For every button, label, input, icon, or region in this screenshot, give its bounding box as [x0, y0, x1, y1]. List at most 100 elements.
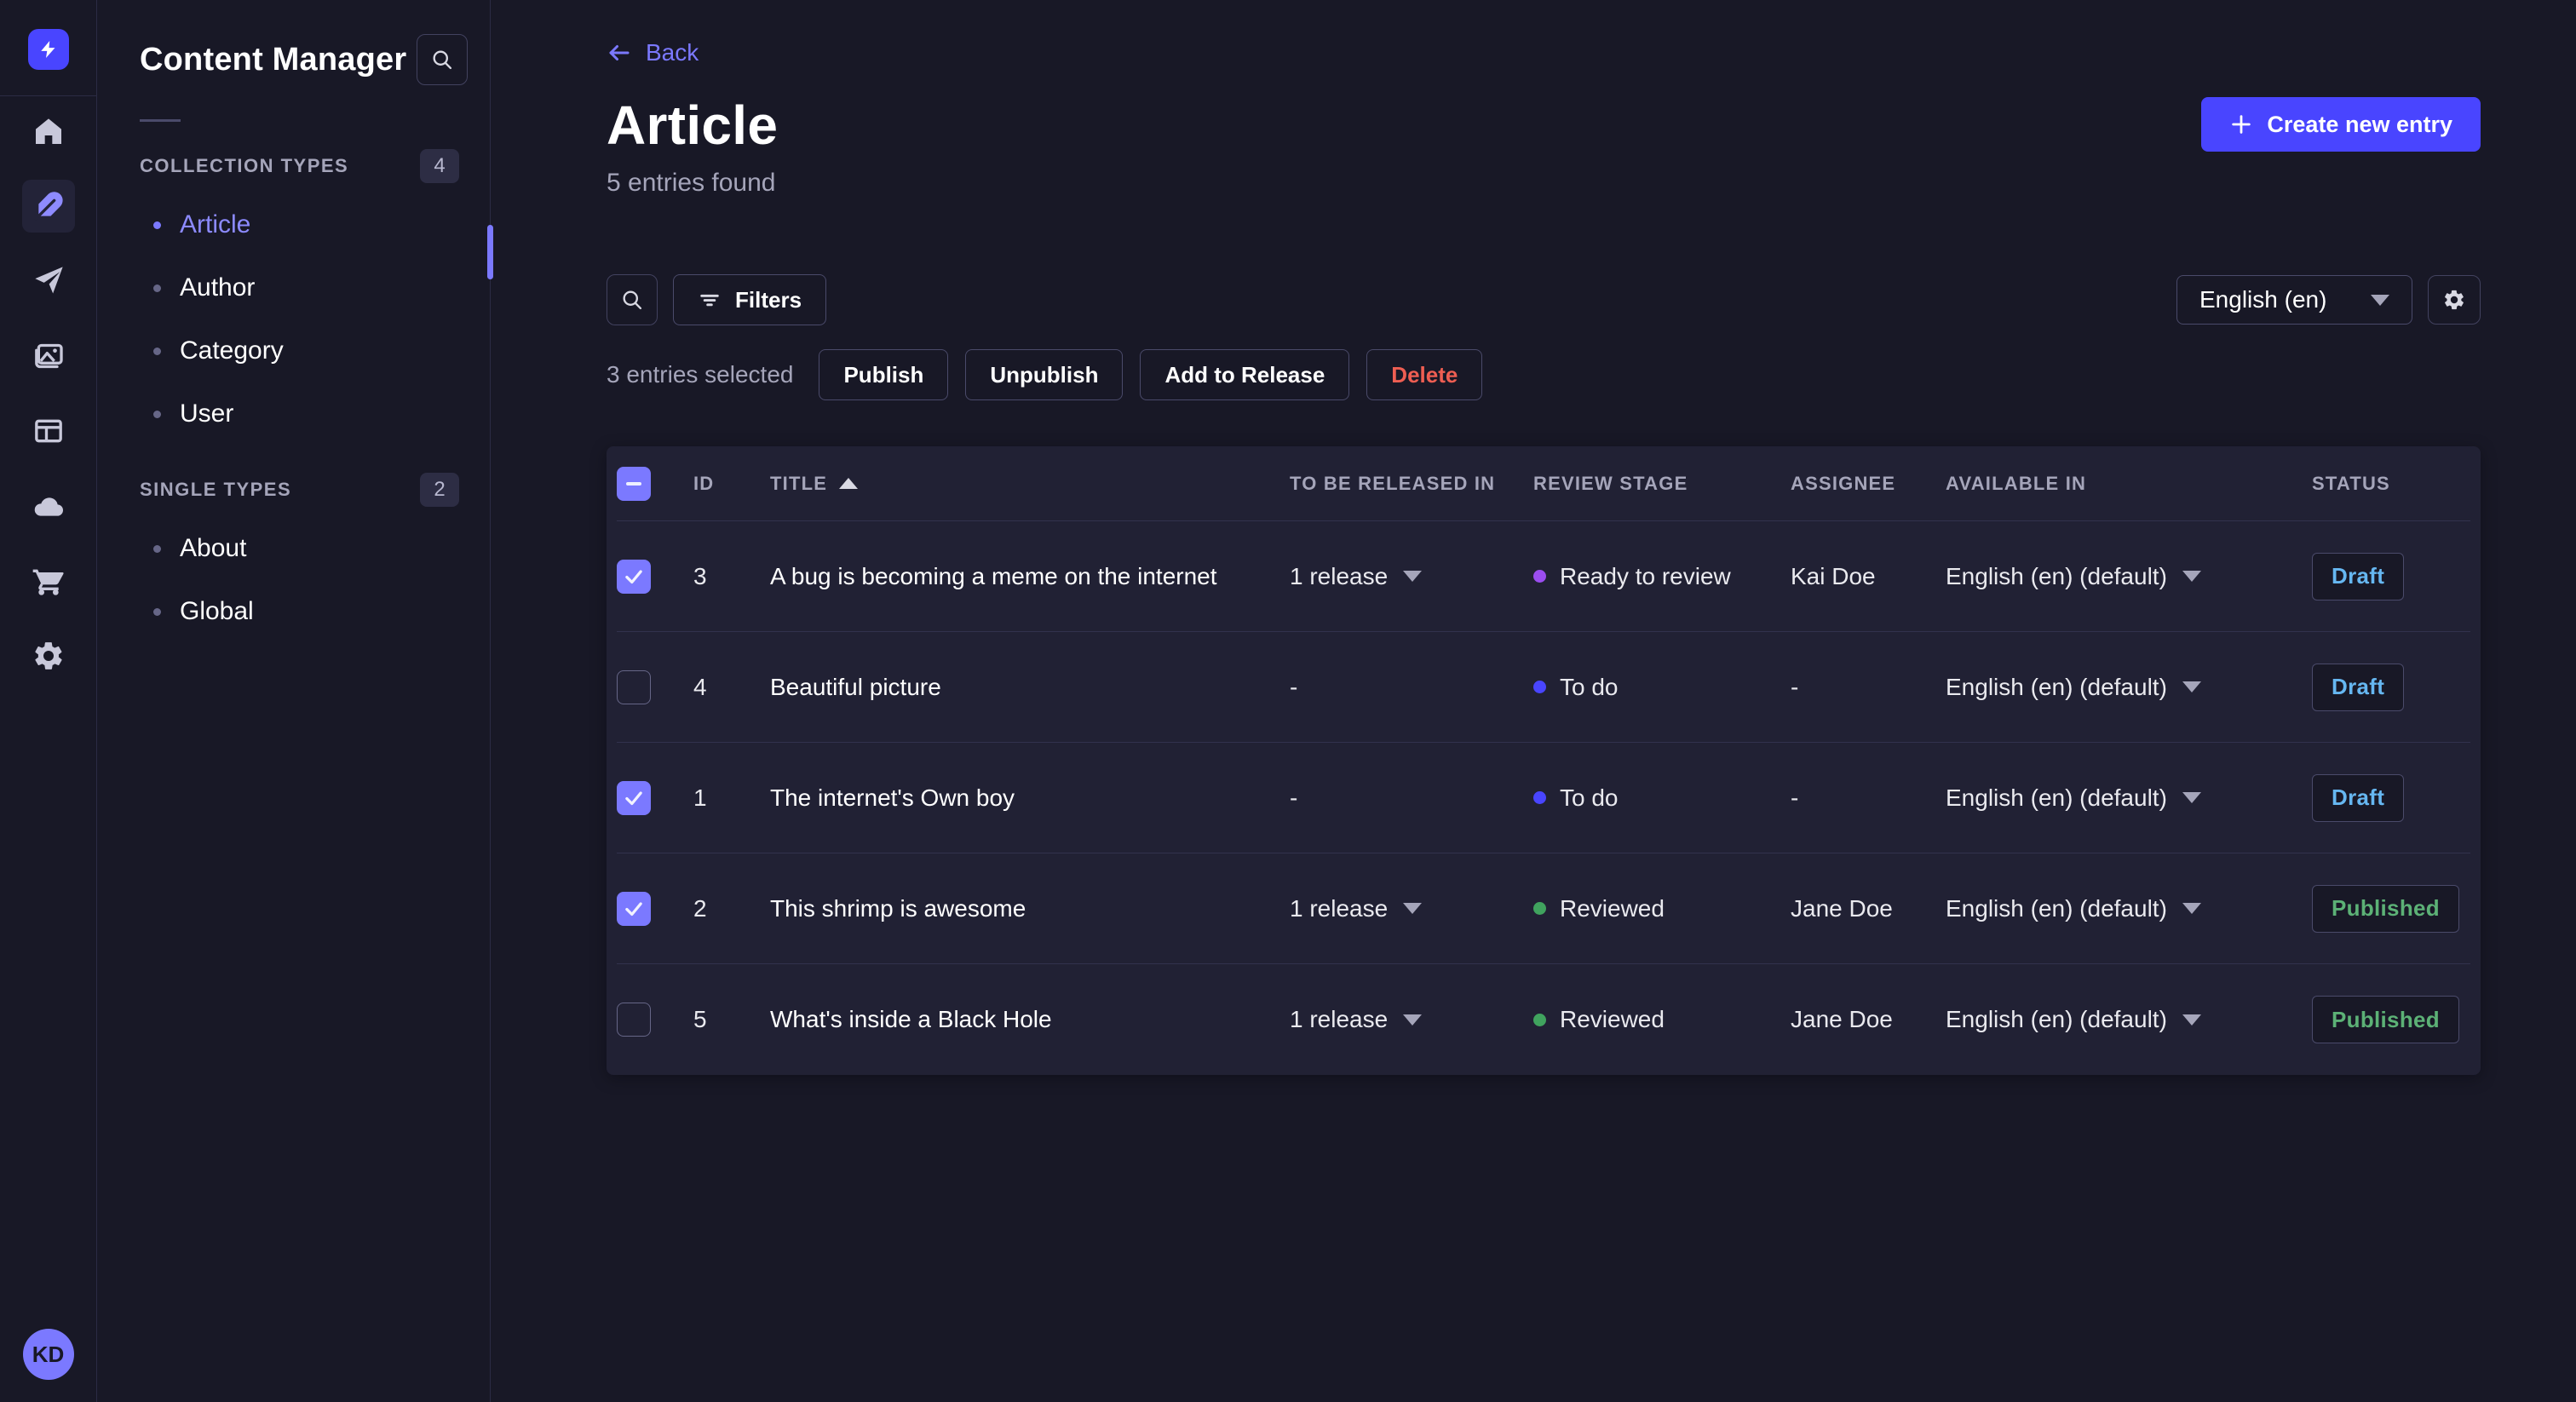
- publish-button[interactable]: Publish: [819, 349, 949, 400]
- subnav-item-author[interactable]: Author: [97, 256, 490, 319]
- delete-button[interactable]: Delete: [1366, 349, 1483, 400]
- select-all-checkbox[interactable]: [617, 466, 651, 501]
- subnav-title: Content Manager: [140, 41, 407, 78]
- add-to-release-button[interactable]: Add to Release: [1140, 349, 1350, 400]
- cell-release[interactable]: 1 release: [1290, 563, 1533, 590]
- chevron-down-icon: [2182, 681, 2201, 692]
- collection-types-section: COLLECTION TYPES 4 Article Author Catego…: [97, 149, 490, 445]
- column-header-title[interactable]: TITLE: [770, 473, 1290, 495]
- subnav-search-button[interactable]: [417, 34, 468, 85]
- bullet-icon: [153, 284, 161, 292]
- cell-locale[interactable]: English (en) (default): [1946, 674, 2312, 701]
- stage-dot: [1533, 570, 1546, 583]
- cell-release[interactable]: -: [1290, 784, 1533, 812]
- cell-review-stage: Ready to review: [1533, 563, 1791, 590]
- feather-icon: [33, 192, 63, 221]
- cell-release[interactable]: -: [1290, 674, 1533, 701]
- subnav-item-article[interactable]: Article: [97, 193, 490, 256]
- app-window: KD Content Manager COLLECTION TYPES 4 Ar…: [0, 0, 2576, 1402]
- bullet-icon: [153, 221, 161, 229]
- cloud-icon: [34, 497, 63, 516]
- back-link[interactable]: Back: [607, 39, 699, 66]
- strapi-logo[interactable]: [27, 29, 69, 70]
- gear-icon: [34, 642, 62, 669]
- cell-review-stage: Reviewed: [1533, 1006, 1791, 1033]
- cell-title: The internet's Own boy: [770, 784, 1015, 811]
- gear-icon: [2445, 290, 2464, 310]
- main-nav-rail: KD: [0, 0, 97, 1402]
- column-header-assignee[interactable]: ASSIGNEE: [1791, 473, 1946, 495]
- create-new-entry-button[interactable]: Create new entry: [2201, 97, 2481, 152]
- table-row[interactable]: 5 What's inside a Black Hole 1 release R…: [617, 964, 2470, 1075]
- check-icon: [625, 569, 642, 583]
- cell-locale[interactable]: English (en) (default): [1946, 1006, 2312, 1033]
- cell-status: Published: [2312, 996, 2470, 1043]
- row-checkbox[interactable]: [617, 891, 651, 926]
- view-settings-button[interactable]: [2428, 275, 2481, 325]
- locale-select[interactable]: English (en): [2176, 275, 2412, 325]
- table-row[interactable]: 1 The internet's Own boy - To do - Engli…: [617, 743, 2470, 853]
- subnav-item-label: Global: [180, 597, 254, 625]
- subnav-item-category[interactable]: Category: [97, 319, 490, 382]
- entries-table-body: 3 A bug is becoming a meme on the intern…: [617, 521, 2470, 1075]
- cell-release[interactable]: 1 release: [1290, 895, 1533, 922]
- unpublish-button[interactable]: Unpublish: [965, 349, 1124, 400]
- cell-status: Published: [2312, 884, 2470, 933]
- cell-title: A bug is becoming a meme on the internet: [770, 562, 1217, 589]
- single-types-section: SINGLE TYPES 2 About Global: [97, 473, 490, 643]
- column-header-status[interactable]: STATUS: [2312, 473, 2470, 495]
- layout-icon: [34, 419, 62, 443]
- rail-nav-items: [21, 105, 75, 682]
- cell-release[interactable]: 1 release: [1290, 1006, 1533, 1033]
- subnav-item-user[interactable]: User: [97, 382, 490, 445]
- table-row[interactable]: 4 Beautiful picture - To do - English (e…: [617, 632, 2470, 743]
- chevron-down-icon: [2182, 571, 2201, 582]
- column-header-id[interactable]: ID: [693, 473, 770, 495]
- cell-id: 4: [693, 673, 707, 700]
- nav-settings[interactable]: [22, 629, 75, 682]
- cell-locale[interactable]: English (en) (default): [1946, 895, 2312, 922]
- cell-title: This shrimp is awesome: [770, 894, 1026, 922]
- single-types-label: SINGLE TYPES: [140, 479, 292, 500]
- chevron-down-icon: [2371, 294, 2389, 306]
- user-avatar[interactable]: KD: [22, 1329, 74, 1380]
- cell-locale[interactable]: English (en) (default): [1946, 563, 2312, 590]
- cell-assignee: -: [1791, 673, 1799, 700]
- subnav-item-about[interactable]: About: [97, 517, 490, 580]
- cell-assignee: Kai Doe: [1791, 562, 1876, 589]
- arrow-left-icon: [609, 45, 630, 60]
- nav-releases[interactable]: [22, 255, 75, 307]
- nav-media-library[interactable]: [22, 330, 75, 382]
- row-checkbox[interactable]: [617, 669, 651, 704]
- bullet-icon: [153, 347, 161, 355]
- table-row[interactable]: 3 A bug is becoming a meme on the intern…: [617, 521, 2470, 632]
- nav-marketplace[interactable]: [22, 554, 75, 607]
- nav-home[interactable]: [22, 105, 75, 158]
- column-header-to-be-released-in[interactable]: TO BE RELEASED IN: [1290, 473, 1533, 495]
- column-header-available-in[interactable]: AVAILABLE IN: [1946, 473, 2312, 495]
- cell-title: Beautiful picture: [770, 673, 941, 700]
- table-row[interactable]: 2 This shrimp is awesome 1 release Revie…: [617, 853, 2470, 964]
- nav-content-type-builder[interactable]: [22, 405, 75, 457]
- subnav-item-global[interactable]: Global: [97, 580, 490, 643]
- column-header-review-stage[interactable]: REVIEW STAGE: [1533, 473, 1791, 495]
- cell-review-stage: To do: [1533, 674, 1791, 701]
- row-checkbox[interactable]: [617, 780, 651, 815]
- check-icon: [625, 901, 642, 916]
- nav-content-manager[interactable]: [21, 180, 75, 233]
- nav-deploy[interactable]: [22, 480, 75, 532]
- list-search-button[interactable]: [607, 274, 658, 325]
- paper-plane-icon: [34, 267, 63, 294]
- filters-button[interactable]: Filters: [673, 274, 827, 325]
- collection-types-count-badge: 4: [420, 149, 459, 183]
- row-checkbox[interactable]: [617, 559, 651, 594]
- status-badge: Published: [2312, 996, 2459, 1043]
- home-icon: [35, 118, 61, 144]
- cell-status: Draft: [2312, 552, 2470, 600]
- filter-icon: [700, 294, 719, 307]
- cell-locale[interactable]: English (en) (default): [1946, 784, 2312, 812]
- chevron-down-icon: [2182, 1014, 2201, 1026]
- row-checkbox[interactable]: [617, 1003, 651, 1037]
- check-icon: [625, 790, 642, 805]
- subnav-item-label: Author: [180, 273, 256, 302]
